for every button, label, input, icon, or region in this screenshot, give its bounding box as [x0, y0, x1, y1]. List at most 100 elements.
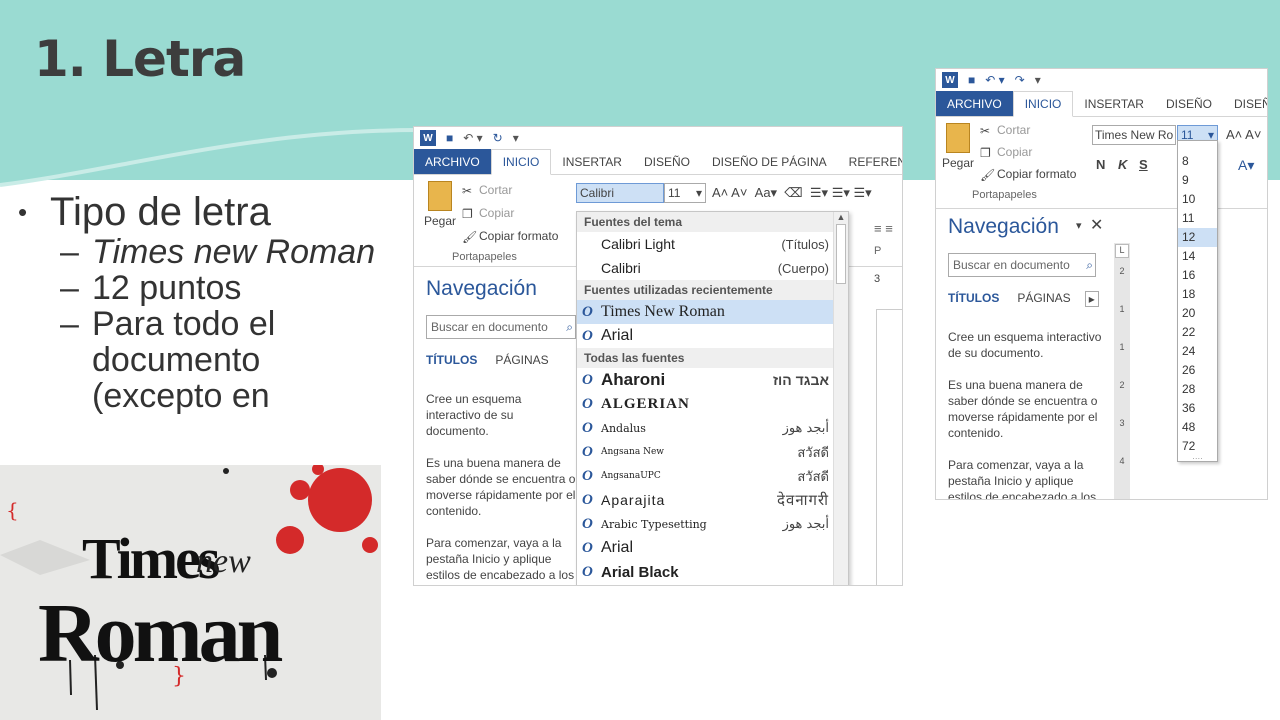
size-option[interactable]: 22 — [1178, 323, 1217, 342]
opentype-icon: O — [582, 468, 593, 484]
font-option[interactable]: O Arial — [577, 536, 835, 560]
font-option[interactable]: O Arabic Typesetting أبجد هوز — [577, 512, 835, 536]
tab-diseno-pagina[interactable]: DISEÑO DE PÁGINA — [701, 149, 838, 174]
size-option[interactable]: 20 — [1178, 304, 1217, 323]
scroll-thumb[interactable] — [836, 224, 846, 284]
align-icon[interactable]: ≡ ≡ — [874, 221, 893, 236]
pane-options-icon[interactable]: ▾ — [1076, 219, 1082, 232]
font-size-box[interactable]: 11 ▾ — [664, 183, 706, 203]
dropdown-scrollbar[interactable]: ▲ — [833, 212, 848, 585]
size-option[interactable]: 16 — [1178, 266, 1217, 285]
size-option[interactable]: 11 — [1178, 209, 1217, 228]
size-option[interactable]: 36 — [1178, 399, 1217, 418]
size-option[interactable]: 18 — [1178, 285, 1217, 304]
font-name-box[interactable]: Calibri — [576, 183, 664, 203]
tab-archivo[interactable]: ARCHIVO — [414, 149, 491, 174]
navigation-title: Navegación — [948, 215, 1059, 238]
tab-insertar[interactable]: INSERTAR — [1073, 91, 1155, 116]
copy-button[interactable]: ❐ Copiar — [462, 206, 514, 221]
paste-button[interactable]: Pegar — [424, 181, 456, 228]
word-screenshot-font-list: W ■ ↶ ▾ ↻ ▾ ARCHIVO INICIO INSERTAR DISE… — [413, 126, 903, 586]
font-option[interactable]: O Andalus أبجد هوز — [577, 416, 835, 440]
font-name-box[interactable]: Times New Ro — [1092, 125, 1176, 145]
tab-titulos[interactable]: TÍTULOS — [948, 291, 999, 307]
size-option[interactable]: 24 — [1178, 342, 1217, 361]
save-icon[interactable]: ■ — [446, 131, 453, 145]
italic-button[interactable]: K — [1118, 157, 1127, 172]
ruler-mark: 4 — [1119, 456, 1125, 466]
font-option[interactable]: O Aparajita देवनागरी — [577, 488, 835, 512]
paste-label: Pegar — [424, 214, 457, 228]
font-option[interactable]: Calibri Light (Títulos) — [577, 232, 835, 256]
size-option[interactable]: 48 — [1178, 418, 1217, 437]
tab-referencias[interactable]: REFERENCIAS — [838, 149, 902, 174]
tab-paginas[interactable]: PÁGINAS — [1017, 291, 1070, 307]
tab-diseno[interactable]: DISEÑO — [633, 149, 701, 174]
font-dropdown-list[interactable]: Fuentes del tema Calibri Light (Títulos) … — [576, 211, 849, 585]
tab-inicio[interactable]: INICIO — [1012, 91, 1074, 117]
tab-insertar[interactable]: INSERTAR — [551, 149, 633, 174]
search-input[interactable]: Buscar en documento ⌕ — [426, 315, 576, 339]
format-painter-button[interactable]: 🖌 Copiar formato — [980, 167, 1076, 182]
bullet-text: Tipo de letra — [50, 190, 271, 234]
size-option[interactable]: 10 — [1178, 190, 1217, 209]
opentype-icon: O — [582, 540, 593, 556]
close-icon[interactable]: ✕ — [1090, 215, 1103, 235]
font-option-name: Arial Black — [601, 563, 679, 581]
cut-button[interactable]: ✂ Cortar — [980, 123, 1030, 138]
grow-font-icon[interactable]: A˄ A˅ Aa▾ ⌫ ☰▾ ☰▾ ☰▾ — [712, 185, 872, 201]
font-option[interactable]: O AngsanaUPC สวัสดี — [577, 464, 835, 488]
sub-bullet: – Para todo el documento (excepto en — [60, 306, 378, 414]
cut-label: Cortar — [479, 183, 513, 197]
size-option[interactable]: 28 — [1178, 380, 1217, 399]
copy-button[interactable]: ❐ Copiar — [980, 145, 1032, 160]
brush-icon: 🖌 — [462, 230, 478, 245]
size-option[interactable]: 26 — [1178, 361, 1217, 380]
redo-icon[interactable]: ↷ — [1015, 73, 1025, 87]
cut-button[interactable]: ✂ Cortar — [462, 183, 513, 199]
paste-button[interactable]: Pegar — [942, 123, 974, 170]
font-option[interactable]: O Angsana New สวัสดี — [577, 440, 835, 464]
nav-tabs: TÍTULOS PÁGINAS ▸ — [948, 291, 1108, 307]
size-option-selected[interactable]: 12 — [1178, 228, 1217, 247]
font-option-name: Angsana New — [601, 447, 664, 457]
format-painter-button[interactable]: 🖌 Copiar formato — [462, 229, 558, 245]
nav-help-text-2: Es una buena manera de saber dónde se en… — [426, 456, 576, 518]
undo-icon[interactable]: ↶ ▾ — [463, 131, 482, 145]
tab-selector-icon[interactable]: L — [1115, 244, 1129, 258]
font-option[interactable]: O Arial Black — [577, 560, 835, 584]
search-input[interactable]: Buscar en documento ⌕ — [948, 253, 1096, 277]
size-option[interactable]: 8 — [1178, 152, 1217, 171]
tab-paginas[interactable]: PÁGINAS — [495, 353, 548, 367]
text-effects-icon[interactable]: A▾ — [1238, 157, 1254, 174]
nav-next-icon[interactable]: ▸ — [1084, 291, 1099, 307]
customize-toolbar-icon[interactable]: ▾ — [513, 131, 519, 145]
grow-font-icon[interactable]: A˄ A˅ — [1226, 127, 1261, 142]
underline-button[interactable]: S — [1139, 157, 1148, 172]
customize-toolbar-icon[interactable]: ▾ — [1035, 73, 1041, 87]
bold-button[interactable]: N — [1096, 157, 1105, 172]
search-icon[interactable]: ⌕ — [566, 320, 573, 335]
save-icon[interactable]: ■ — [968, 73, 975, 87]
opentype-icon: O — [582, 396, 594, 412]
resize-grip-icon[interactable]: ···· — [1178, 455, 1217, 463]
font-option-selected[interactable]: O Times New Roman — [577, 300, 835, 324]
font-option[interactable]: Calibri (Cuerpo) — [577, 256, 835, 280]
font-size-dropdown[interactable]: 8 9 10 11 12 14 16 18 20 22 24 26 28 36 … — [1177, 140, 1218, 463]
tab-diseno-pagina[interactable]: DISEÑO DE — [1223, 91, 1267, 116]
font-option[interactable]: O Aharoni אבגד הוז — [577, 368, 835, 392]
size-option[interactable]: 9 — [1178, 171, 1217, 190]
tab-archivo[interactable]: ARCHIVO — [936, 91, 1013, 116]
scissors-icon: ✂ — [462, 184, 473, 199]
size-option[interactable]: 14 — [1178, 247, 1217, 266]
font-option[interactable]: O ALGERIAN — [577, 392, 835, 416]
redo-icon[interactable]: ↻ — [493, 131, 503, 145]
tab-inicio[interactable]: INICIO — [490, 149, 552, 175]
document-page — [876, 309, 902, 585]
font-option[interactable]: O Arial — [577, 324, 835, 348]
undo-icon[interactable]: ↶ ▾ — [985, 73, 1004, 87]
search-icon[interactable]: ⌕ — [1086, 258, 1093, 273]
tab-titulos[interactable]: TÍTULOS — [426, 353, 477, 367]
svg-text:{: { — [6, 498, 19, 522]
tab-diseno[interactable]: DISEÑO — [1155, 91, 1223, 116]
